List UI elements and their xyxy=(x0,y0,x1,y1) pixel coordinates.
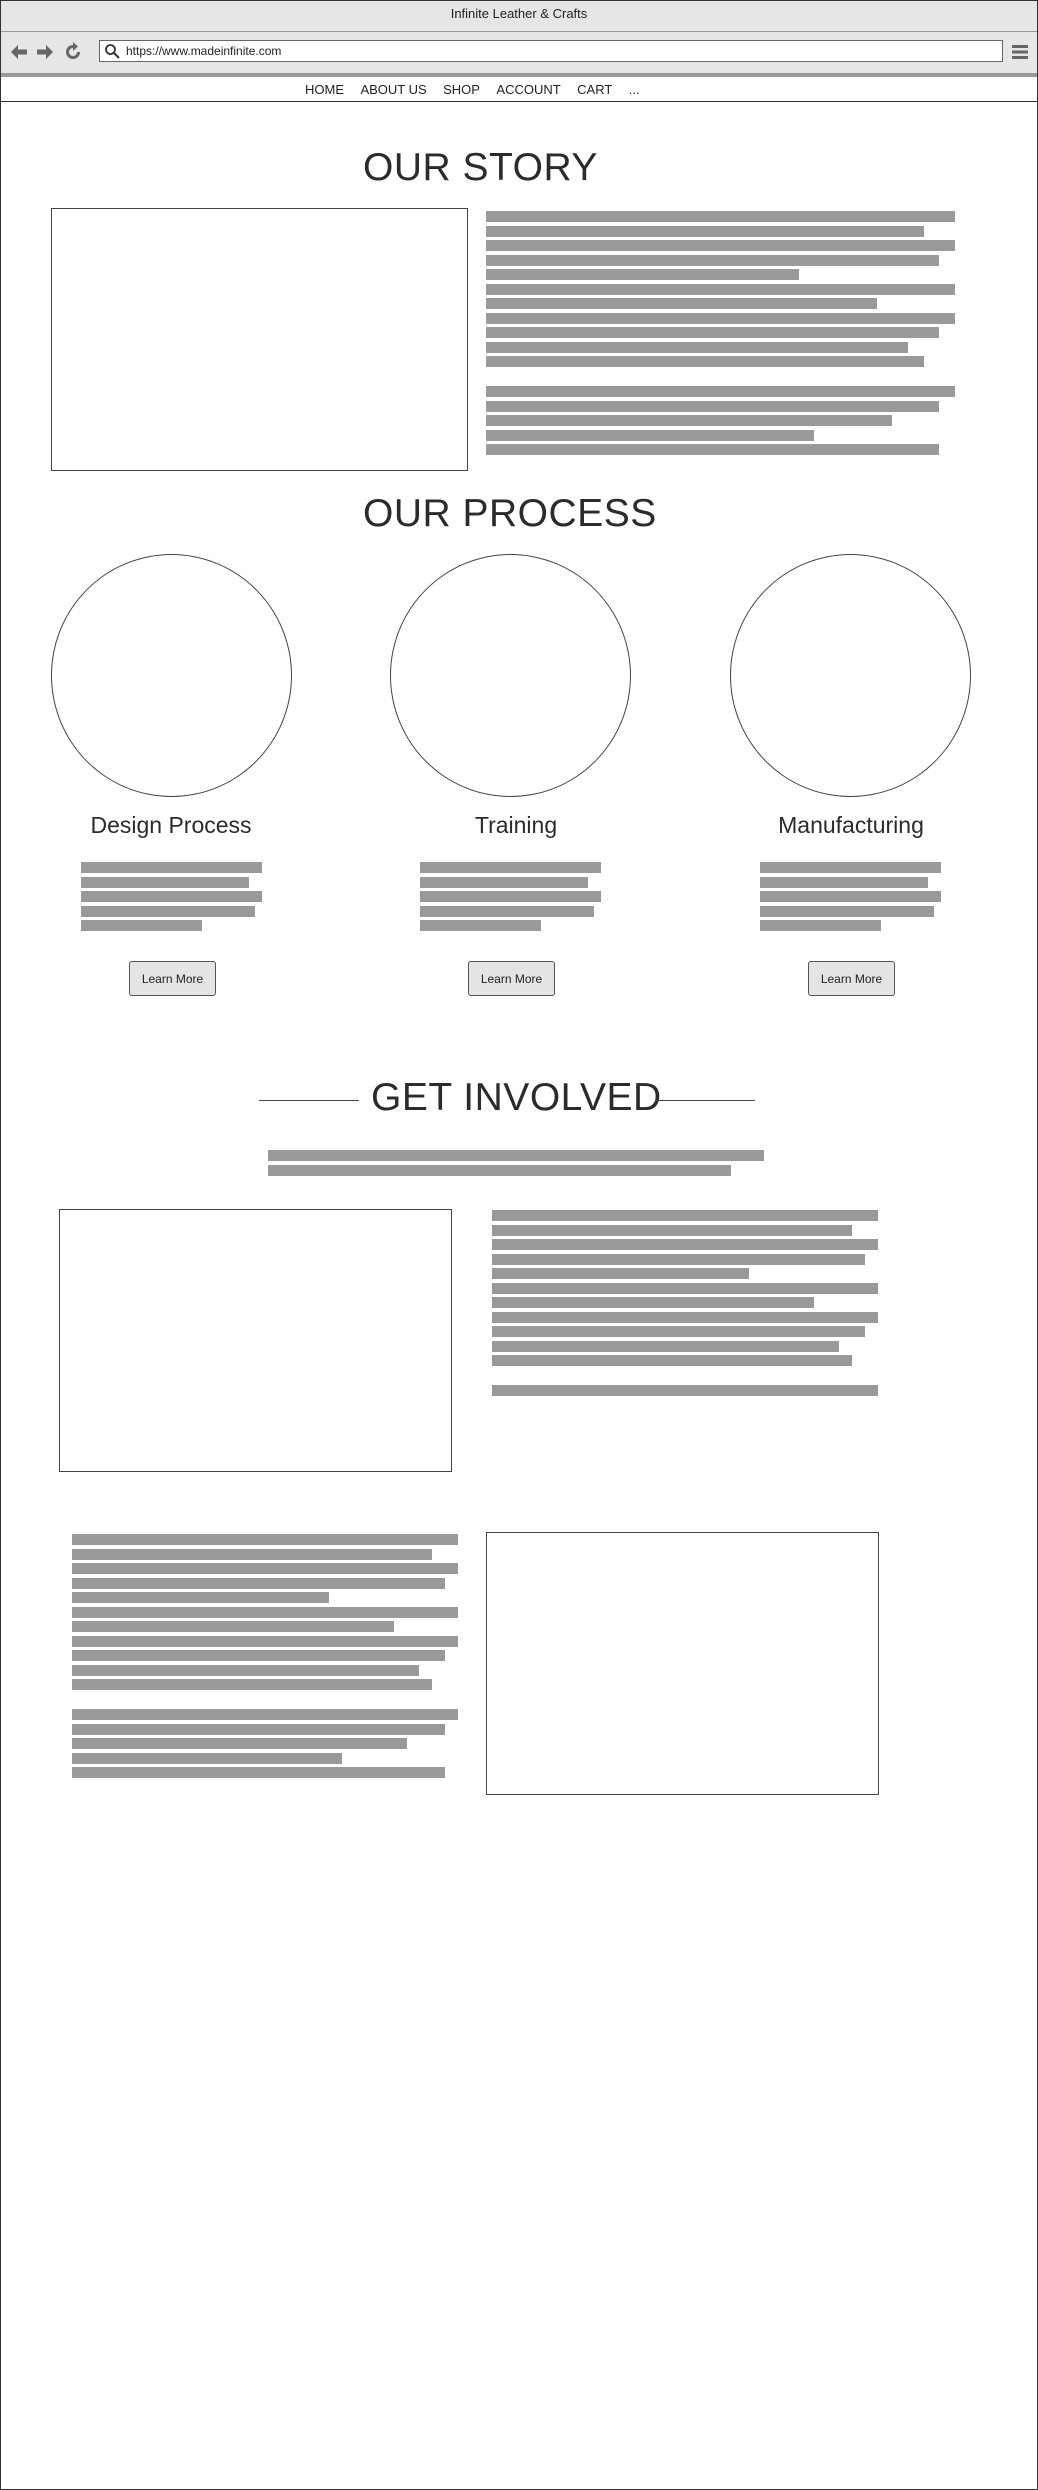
url-field[interactable] xyxy=(99,40,1003,62)
text-line xyxy=(81,920,202,931)
involved-image-placeholder-2 xyxy=(486,1532,879,1795)
nav-account[interactable]: ACCOUNT xyxy=(496,82,560,97)
text-line xyxy=(492,1239,878,1250)
text-line xyxy=(72,1563,458,1574)
text-line xyxy=(492,1385,878,1396)
involved-image-placeholder xyxy=(59,1209,452,1472)
text-line xyxy=(72,1753,342,1764)
learn-more-button[interactable]: Learn More xyxy=(468,961,555,996)
process-heading: OUR PROCESS xyxy=(363,492,657,535)
text-line xyxy=(486,313,955,324)
text-line xyxy=(420,891,601,902)
text-line xyxy=(486,415,892,426)
process-title: Training xyxy=(474,812,558,838)
text-line xyxy=(81,891,262,902)
text-line xyxy=(760,862,941,873)
process-image-placeholder xyxy=(390,554,631,797)
text-line xyxy=(486,226,924,237)
text-line xyxy=(486,211,955,222)
text-line xyxy=(486,356,924,367)
text-line xyxy=(81,877,249,888)
text-line xyxy=(72,1578,445,1589)
involved-heading: GET INVOLVED xyxy=(371,1076,662,1119)
divider-line xyxy=(655,1100,755,1101)
text-line xyxy=(492,1210,878,1221)
text-line xyxy=(486,444,939,455)
text-line xyxy=(486,401,939,412)
url-input[interactable] xyxy=(126,42,986,60)
forward-arrow-icon[interactable] xyxy=(35,42,55,62)
text-line xyxy=(420,906,594,917)
text-line xyxy=(72,1767,445,1778)
text-line xyxy=(486,327,939,338)
text-line xyxy=(72,1636,458,1647)
text-line xyxy=(81,906,255,917)
text-line xyxy=(492,1254,865,1265)
nav-home[interactable]: HOME xyxy=(305,82,344,97)
text-line xyxy=(72,1709,458,1720)
text-line xyxy=(268,1150,764,1161)
text-line xyxy=(486,298,877,309)
nav-shop[interactable]: SHOP xyxy=(443,82,480,97)
text-line xyxy=(760,920,881,931)
text-line xyxy=(760,906,934,917)
text-line xyxy=(492,1283,878,1294)
reload-icon[interactable] xyxy=(63,42,83,62)
text-line xyxy=(492,1297,814,1308)
text-line xyxy=(486,240,955,251)
window-title: Infinite Leather & Crafts xyxy=(1,1,1037,32)
text-line xyxy=(72,1679,432,1690)
text-line xyxy=(72,1592,329,1603)
text-line xyxy=(486,269,799,280)
text-line xyxy=(72,1650,445,1661)
text-line xyxy=(492,1341,839,1352)
text-line xyxy=(81,862,262,873)
text-line xyxy=(72,1724,445,1735)
text-line xyxy=(268,1165,731,1176)
text-line xyxy=(72,1621,394,1632)
story-image-placeholder xyxy=(51,208,468,471)
text-line xyxy=(486,255,939,266)
text-line xyxy=(760,877,928,888)
process-title: Design Process xyxy=(90,812,252,838)
text-line xyxy=(492,1326,865,1337)
text-line xyxy=(492,1355,852,1366)
text-line xyxy=(486,284,955,295)
text-line xyxy=(492,1268,749,1279)
learn-more-button[interactable]: Learn More xyxy=(129,961,216,996)
text-line xyxy=(420,877,588,888)
text-line xyxy=(420,920,541,931)
text-line xyxy=(420,862,601,873)
browser-window: Infinite Leather & Crafts HOME ABOUT US xyxy=(0,0,1038,2490)
text-line xyxy=(492,1225,852,1236)
process-title: Manufacturing xyxy=(778,812,924,838)
story-heading: OUR STORY xyxy=(363,146,598,189)
nav-cart[interactable]: CART xyxy=(577,82,612,97)
text-line xyxy=(760,891,941,902)
main-navigation: HOME ABOUT US SHOP ACCOUNT CART ... xyxy=(1,77,1037,102)
text-line xyxy=(72,1665,419,1676)
search-icon xyxy=(105,44,120,59)
nav-about-us[interactable]: ABOUT US xyxy=(360,82,426,97)
text-line xyxy=(486,430,814,441)
learn-more-button[interactable]: Learn More xyxy=(808,961,895,996)
address-bar-row xyxy=(1,32,1037,77)
text-line xyxy=(72,1607,458,1618)
divider-line xyxy=(259,1100,359,1101)
process-image-placeholder xyxy=(730,554,971,797)
text-line xyxy=(486,342,908,353)
text-line xyxy=(486,386,955,397)
hamburger-menu-icon[interactable] xyxy=(1011,42,1029,62)
text-line xyxy=(72,1534,458,1545)
process-image-placeholder xyxy=(51,554,292,797)
text-line xyxy=(492,1312,878,1323)
back-arrow-icon[interactable] xyxy=(9,42,29,62)
text-line xyxy=(72,1549,432,1560)
nav-more[interactable]: ... xyxy=(629,82,640,97)
text-line xyxy=(72,1738,407,1749)
